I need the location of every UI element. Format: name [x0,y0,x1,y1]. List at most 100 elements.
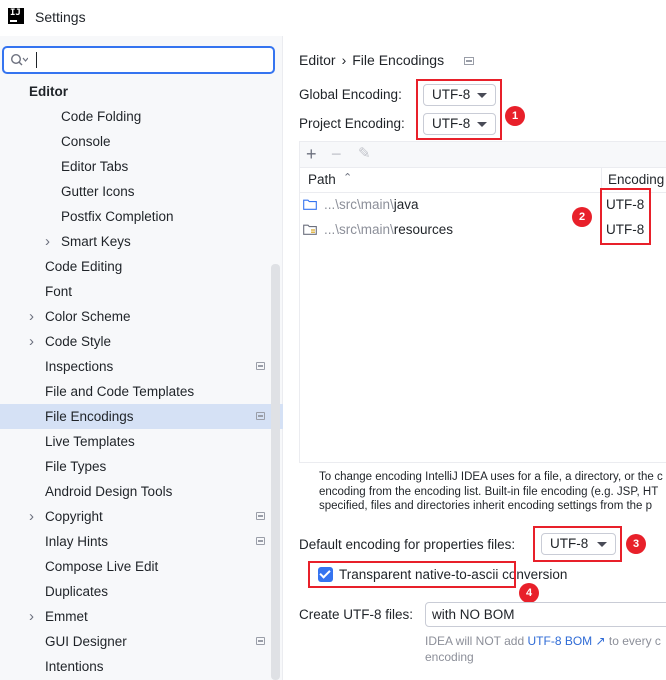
add-icon[interactable]: + [306,144,317,164]
sidebar-item-label: Gutter Icons [61,184,135,199]
help-line: specified, files and directories inherit… [319,500,653,512]
sidebar-item-label: Android Design Tools [45,484,173,499]
sidebar-item-label: File Types [45,459,107,474]
annotation-badge-3: 3 [626,534,646,554]
sidebar-item-font[interactable]: Font [0,279,283,304]
annotation-badge-2: 2 [572,207,592,227]
sidebar-item-inlay-hints[interactable]: Inlay Hints [0,529,283,554]
sidebar-item-code-folding[interactable]: Code Folding [0,104,283,129]
sidebar-item-android-design-tools[interactable]: Android Design Tools [0,479,283,504]
title-bar: IJ Settings [0,0,666,36]
sidebar-item-editor-tabs[interactable]: Editor Tabs [0,154,283,179]
annotation-badge-1: 1 [505,106,525,126]
sidebar-item-console[interactable]: Console [0,129,283,154]
sidebar-item-label: Duplicates [45,584,109,599]
sidebar-item-compose-live-edit[interactable]: Compose Live Edit [0,554,283,579]
chevron-right-icon[interactable]: › [29,604,39,629]
bom-select[interactable]: with NO BOM [425,602,666,627]
chevron-right-icon[interactable]: › [45,229,55,254]
breadcrumb-separator: › [341,52,347,68]
properties-encoding-label: Default encoding for properties files: [299,537,516,552]
sidebar-item-code-editing[interactable]: Code Editing [0,254,283,279]
sidebar-item-code-style[interactable]: › Code Style [0,329,283,354]
sidebar-item-label: Inlay Hints [45,534,109,549]
sidebar-item-label: Smart Keys [61,234,131,249]
breadcrumb-parent[interactable]: Editor [299,52,336,68]
sort-ascending-icon[interactable]: ⌃ [343,171,352,184]
sidebar-item-label: Code Editing [45,259,123,274]
project-scope-icon [256,362,265,370]
annotation-box-3 [533,526,622,562]
sidebar-item-live-templates[interactable]: Live Templates [0,429,283,454]
bom-note: IDEA will NOT add UTF-8 BOM ↗ to every c… [425,633,661,665]
settings-search-box[interactable] [2,46,275,74]
edit-icon[interactable]: ✎ [358,144,371,164]
sidebar-item-label: GUI Designer [45,634,127,649]
annotation-box-2 [600,188,651,245]
sidebar-item-color-scheme[interactable]: › Color Scheme [0,304,283,329]
project-scope-icon [256,637,265,645]
sidebar-item-label: Live Templates [45,434,135,449]
sidebar-item-label: Postfix Completion [61,209,174,224]
table-toolbar: + − ✎ [300,142,666,168]
breadcrumb-current: File Encodings [352,52,445,68]
bom-value: with NO BOM [432,607,515,622]
sidebar-item-label: Console [61,134,111,149]
project-scope-icon [256,537,265,545]
sidebar-item-label: File and Code Templates [45,384,195,399]
chevron-right-icon[interactable]: › [29,329,39,354]
sidebar-item-editor[interactable]: Editor [0,79,283,104]
project-encoding-label: Project Encoding: [299,116,405,131]
bom-note-text: IDEA will NOT add [425,634,525,648]
sidebar-item-label: Color Scheme [45,309,131,324]
create-utf8-label: Create UTF-8 files: [299,607,414,622]
sidebar-item-postfix-completion[interactable]: Postfix Completion [0,204,283,229]
bom-note-text: to every c [608,634,661,648]
text-cursor [36,52,37,68]
sidebar-item-gui-designer[interactable]: GUI Designer [0,629,283,654]
row-path: ...\src\main\java [324,197,419,212]
sidebar-scrollbar[interactable] [271,264,280,680]
sidebar-item-file-encodings[interactable]: File Encodings [0,404,283,429]
settings-search-input[interactable] [38,50,268,70]
chevron-right-icon[interactable]: › [29,304,39,329]
annotation-badge-4: 4 [519,583,539,603]
remove-icon[interactable]: − [331,144,342,164]
project-scope-icon [464,57,474,65]
sidebar-item-file-types[interactable]: File Types [0,454,283,479]
sidebar-item-label: Copyright [45,509,103,524]
sidebar-item-duplicates[interactable]: Duplicates [0,579,283,604]
project-scope-icon [256,412,265,420]
column-header-encoding[interactable]: Encoding [608,172,664,187]
settings-sidebar: Editor Code Folding Console Editor Tabs Gutt… [0,36,283,680]
sidebar-item-copyright[interactable]: › Copyright [0,504,283,529]
sidebar-item-label: Font [45,284,73,299]
sidebar-item-file-and-code-templates[interactable]: File and Code Templates [0,379,283,404]
sidebar-item-smart-keys[interactable]: › Smart Keys [0,229,283,254]
sidebar-item-label: Editor [29,84,68,99]
row-path: ...\src\main\resources [324,222,454,237]
sidebar-item-intentions[interactable]: Intentions [0,654,283,679]
sidebar-item-label: Compose Live Edit [45,559,159,574]
bom-note-line: encoding [425,650,474,664]
sidebar-item-label: Intentions [45,659,104,674]
sidebar-item-label: Code Folding [61,109,142,124]
annotation-box-4 [308,561,516,588]
intellij-logo-icon: IJ [8,8,24,24]
sidebar-item-label: Emmet [45,609,88,624]
resources-folder-icon [303,224,317,235]
window-title: Settings [35,9,86,25]
breadcrumb: Editor › File Encodings [299,52,444,68]
help-text: To change encoding IntelliJ IDEA uses fo… [319,470,666,514]
search-icon[interactable] [10,53,28,67]
sidebar-item-emmet[interactable]: › Emmet [0,604,283,629]
sidebar-item-label: File Encodings [45,409,134,424]
chevron-right-icon[interactable]: › [29,504,39,529]
annotation-box-1 [416,79,502,140]
sidebar-item-gutter-icons[interactable]: Gutter Icons [0,179,283,204]
folder-icon [303,199,317,210]
utf8-bom-link[interactable]: UTF-8 BOM ↗ [528,634,606,648]
sidebar-item-inspections[interactable]: Inspections [0,354,283,379]
project-scope-icon [256,512,265,520]
column-header-path[interactable]: Path [308,172,336,187]
